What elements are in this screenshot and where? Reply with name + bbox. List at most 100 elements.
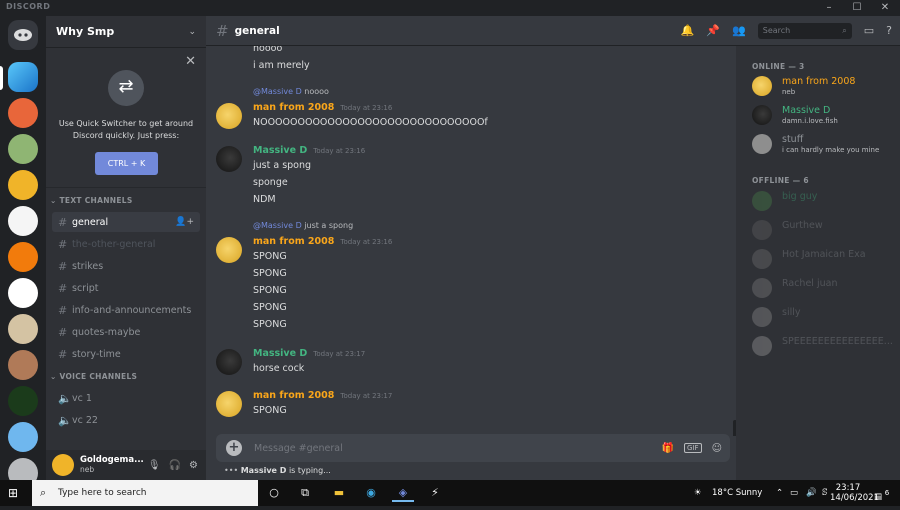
tray-chevron-icon[interactable]: ⌃	[776, 480, 783, 506]
inbox-icon[interactable]: ▭	[864, 24, 874, 37]
server-icon-9[interactable]	[8, 350, 38, 380]
message-author[interactable]: man from 2008 Today at 23:16	[253, 102, 392, 113]
member-item[interactable]: Hot Jamaican Exa	[752, 249, 892, 273]
member-item[interactable]: Rachel juan	[752, 278, 892, 302]
quick-switcher-shortcut-button[interactable]: CTRL + K	[95, 152, 158, 175]
channel-title: general	[234, 24, 280, 37]
server-icon-11[interactable]	[8, 422, 38, 452]
avatar[interactable]	[216, 237, 242, 263]
username: Goldogema...	[80, 455, 144, 465]
home-button[interactable]	[8, 20, 38, 50]
avatar[interactable]	[216, 349, 242, 375]
message-input[interactable]: Message #general	[254, 443, 343, 454]
voice-channel-vc-1[interactable]: 🔈 vc 1	[52, 388, 200, 408]
message-author[interactable]: Massive D Today at 23:17	[253, 348, 365, 359]
member-item[interactable]: SPEEEEEEEEEEEEEEE...	[752, 336, 893, 360]
member-item[interactable]: silly	[752, 307, 892, 331]
member-list: ONLINE — 3 man from 2008 neb Massive D d…	[736, 46, 900, 480]
bell-icon[interactable]: 🔔	[681, 24, 695, 37]
task-view-icon[interactable]: ⧉	[294, 484, 316, 502]
server-icon-3[interactable]	[8, 134, 38, 164]
weather-text[interactable]: 18°C Sunny	[712, 480, 762, 506]
server-icon-4[interactable]	[8, 170, 38, 200]
server-icon-2[interactable]	[8, 98, 38, 128]
server-icon-12[interactable]	[8, 458, 38, 480]
member-item[interactable]: Massive D damn.i.love.fish	[752, 105, 892, 129]
edge-browser-icon[interactable]: ◉	[360, 484, 382, 502]
channel-strikes[interactable]: # strikes	[52, 256, 200, 276]
channel-quotes-maybe[interactable]: # quotes-maybe	[52, 322, 200, 342]
message-author[interactable]: man from 2008 Today at 23:16	[253, 236, 392, 247]
message-author[interactable]: Massive D Today at 23:16	[253, 145, 365, 156]
add-attachment-icon[interactable]: +	[226, 440, 242, 456]
typing-dots-icon: •••	[224, 466, 239, 475]
channel-info-and-announcements[interactable]: # info-and-announcements	[52, 300, 200, 320]
typing-indicator: ••• Massive D is typing...	[224, 466, 331, 475]
member-item[interactable]: Gurthew	[752, 220, 892, 244]
server-icon-8[interactable]	[8, 314, 38, 344]
quick-switcher-message: Use Quick Switcher to get around Discord…	[58, 119, 194, 140]
speaker-icon: 🔈	[58, 413, 72, 427]
notification-count: 6	[884, 488, 890, 497]
server-icon-5[interactable]	[8, 206, 38, 236]
discord-taskbar-icon[interactable]: ◈	[392, 484, 414, 502]
channel-general[interactable]: # general 👤+	[52, 212, 200, 232]
members-icon[interactable]: 👥	[732, 24, 746, 37]
channel-the-other-general[interactable]: # the-other-general	[52, 234, 200, 254]
avatar[interactable]	[216, 103, 242, 129]
add-member-icon[interactable]: 👤+	[175, 217, 194, 227]
pin-icon[interactable]: 📌	[706, 24, 720, 37]
voice-channels-category[interactable]: ⌄ VOICE CHANNELS	[46, 372, 206, 386]
voice-channel-vc-22[interactable]: 🔈 vc 22	[52, 410, 200, 430]
taskbar-search-input[interactable]: ⌕ Type here to search	[32, 480, 258, 506]
volume-icon[interactable]: 🔊	[806, 480, 817, 506]
message-text: SPONG	[253, 285, 287, 296]
server-icon-6[interactable]	[8, 242, 38, 272]
minimize-button[interactable]: –	[815, 0, 843, 16]
avatar[interactable]	[216, 391, 242, 417]
member-item[interactable]: big guy	[752, 191, 892, 215]
notifications-icon[interactable]: ▤ 6	[874, 480, 889, 506]
battery-icon[interactable]: ▭	[790, 480, 798, 506]
file-explorer-icon[interactable]: ▬	[328, 484, 350, 502]
gear-icon[interactable]: ⚙	[189, 460, 198, 471]
message-text: sponge	[253, 177, 288, 188]
taskbar: ⊞ ⌕ Type here to search ○ ⧉ ▬ ◉ ◈ ⚡ ☀ 18…	[0, 480, 900, 506]
avatar	[752, 278, 772, 298]
server-why-smp[interactable]	[8, 62, 38, 92]
chevron-down-icon: ⌄	[188, 26, 196, 37]
text-channels-category[interactable]: ⌄ TEXT CHANNELS	[46, 196, 206, 210]
avatar[interactable]	[216, 146, 242, 172]
member-item[interactable]: man from 2008 neb	[752, 76, 892, 100]
windows-start-icon[interactable]: ⊞	[8, 486, 18, 500]
close-icon[interactable]: ✕	[185, 54, 196, 69]
app-taskbar-icon[interactable]: ⚡	[424, 484, 446, 502]
message-composer[interactable]: + Message #general 🎁 GIF ☺	[216, 434, 730, 462]
message-author[interactable]: man from 2008 Today at 23:17	[253, 390, 392, 401]
channel-story-time[interactable]: # story-time	[52, 344, 200, 364]
emoji-icon[interactable]: ☺	[712, 443, 722, 454]
help-icon[interactable]: ?	[886, 24, 892, 37]
gif-button[interactable]: GIF	[684, 443, 702, 453]
search-input[interactable]: Search ⌕	[757, 22, 852, 39]
maximize-button[interactable]: ☐	[843, 0, 871, 16]
microphone-icon[interactable]: 🎙	[148, 460, 161, 471]
reply-preview[interactable]: @Massive D just a spong	[253, 221, 353, 230]
server-icon-10[interactable]	[8, 386, 38, 416]
author-name: Massive D	[253, 348, 308, 359]
search-placeholder: Search	[762, 25, 791, 35]
cortana-icon[interactable]: ○	[263, 484, 285, 502]
server-header[interactable]: Why Smp ⌄	[46, 16, 206, 48]
clock[interactable]: 23:17 14/06/2021	[830, 480, 879, 506]
headphones-icon[interactable]: 🎧	[169, 460, 181, 471]
channel-script[interactable]: # script	[52, 278, 200, 298]
message-list: noooo i am merely @Massive D noooo man f…	[206, 46, 736, 436]
user-tag: neb	[80, 465, 95, 474]
gift-icon[interactable]: 🎁	[662, 443, 674, 454]
network-icon[interactable]: ꕷ	[822, 480, 827, 506]
member-item[interactable]: stuff i can hardly make you mine	[752, 134, 892, 158]
close-window-button[interactable]: ✕	[871, 0, 899, 16]
avatar[interactable]	[52, 454, 74, 476]
server-icon-7[interactable]	[8, 278, 38, 308]
reply-preview[interactable]: @Massive D noooo	[253, 87, 329, 96]
